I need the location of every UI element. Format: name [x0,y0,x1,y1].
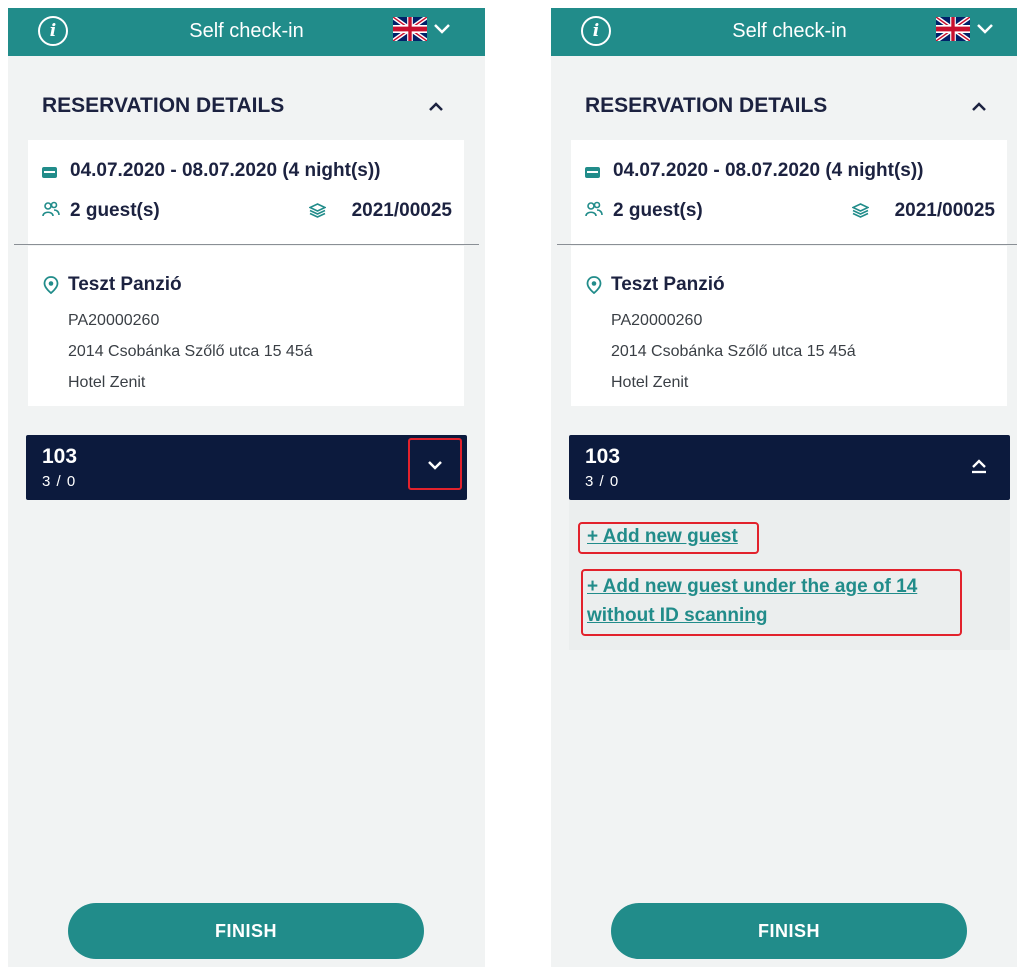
chevron-up-icon[interactable] [969,99,989,113]
layers-icon [852,203,869,218]
uk-flag-icon[interactable] [936,17,970,41]
calendar-icon [585,167,600,178]
stay-dates: 04.07.2020 - 08.07.2020 (4 night(s)) [70,160,381,181]
uk-flag-icon[interactable] [393,17,427,41]
stay-dates: 04.07.2020 - 08.07.2020 (4 night(s)) [613,160,924,181]
property-address: 2014 Csobánka Szőlő utca 15 45á [68,343,313,360]
room-guest-panel: + Add new guest + Add new guest under th… [569,500,1010,650]
property-card: Teszt Panzió PA20000260 2014 Csobánka Sz… [28,246,464,406]
property-hotel: Hotel Zenit [611,374,689,391]
location-pin-icon [586,276,602,294]
divider [14,244,479,245]
room-number: 103 [42,445,78,468]
chevron-up-icon[interactable] [426,99,446,113]
room-header[interactable]: 103 3 / 0 [26,435,467,500]
property-name: Teszt Panzió [68,274,182,295]
header-bar: i Self check-in [8,8,485,56]
guests-icon [585,201,603,217]
property-id: PA20000260 [68,312,160,329]
calendar-icon [42,167,57,178]
room-header[interactable]: 103 3 / 0 [569,435,1010,500]
check-in-screen-expanded: i Self check-in RESERVATION DETAILS 04.0… [551,8,1017,967]
chevron-down-icon[interactable] [433,22,451,36]
divider [557,244,1017,245]
add-new-guest-link[interactable]: + Add new guest [587,522,738,551]
reservation-number: 2021/00025 [351,200,452,221]
finish-button[interactable]: FINISH [611,903,967,959]
guest-count: 2 guest(s) [613,200,703,221]
guest-count: 2 guest(s) [70,200,160,221]
reservation-details-card: 04.07.2020 - 08.07.2020 (4 night(s)) 2 g… [571,140,1007,244]
reservation-details-title: RESERVATION DETAILS [585,94,828,117]
property-hotel: Hotel Zenit [68,374,146,391]
finish-button[interactable]: FINISH [68,903,424,959]
reservation-details-title: RESERVATION DETAILS [42,94,285,117]
room-occupancy: 3 / 0 [585,473,620,490]
add-child-guest-link[interactable]: + Add new guest under the age of 14 with… [587,572,967,630]
reservation-details-card: 04.07.2020 - 08.07.2020 (4 night(s)) 2 g… [28,140,464,244]
property-id: PA20000260 [611,312,703,329]
location-pin-icon [43,276,59,294]
guests-icon [42,201,60,217]
layers-icon [309,203,326,218]
property-name: Teszt Panzió [611,274,725,295]
chevron-down-icon[interactable] [976,22,994,36]
property-card: Teszt Panzió PA20000260 2014 Csobánka Sz… [571,246,1007,406]
room-occupancy: 3 / 0 [42,473,77,490]
chevron-up-icon[interactable] [969,457,989,475]
property-address: 2014 Csobánka Szőlő utca 15 45á [611,343,856,360]
room-number: 103 [585,445,621,468]
reservation-number: 2021/00025 [894,200,995,221]
check-in-screen-collapsed: i Self check-in RESERVATION DETAILS 04.0… [8,8,485,967]
chevron-down-icon[interactable] [427,459,443,471]
header-bar: i Self check-in [551,8,1017,56]
